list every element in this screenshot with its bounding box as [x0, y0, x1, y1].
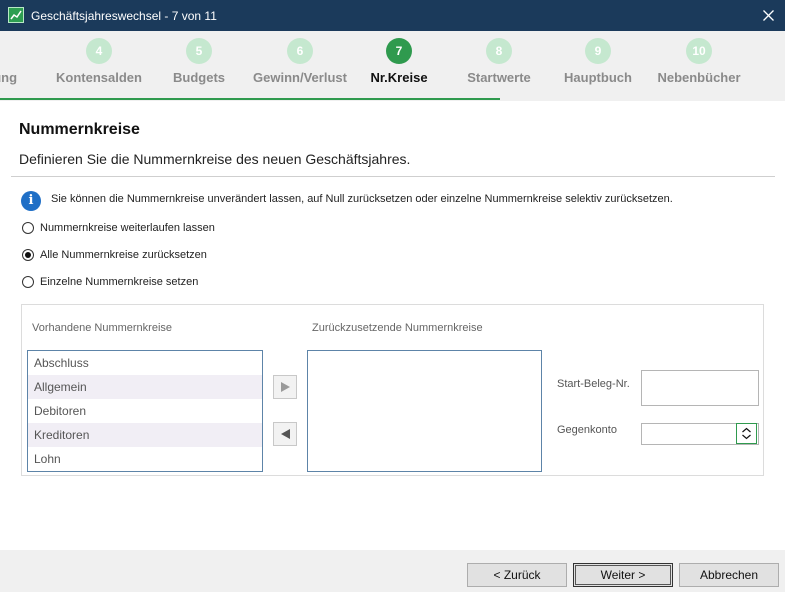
move-right-button[interactable] [273, 375, 297, 399]
arrow-right-icon [281, 382, 290, 392]
close-button[interactable] [753, 0, 785, 31]
info-text: Sie können die Nummernkreise unverändert… [51, 193, 673, 205]
step-number: 7 [386, 38, 412, 64]
radio-circle[interactable] [22, 276, 34, 288]
reset-list[interactable] [307, 350, 542, 472]
reset-list-label: Zurückzusetzende Nummernkreise [312, 322, 483, 334]
radio-label: Alle Nummernkreise zurücksetzen [40, 249, 207, 261]
step-number: 8 [486, 38, 512, 64]
arrow-left-icon [281, 429, 290, 439]
back-button[interactable]: < Zurück [467, 563, 567, 587]
step-number: 6 [287, 38, 313, 64]
radio-label: Einzelne Nummernkreise setzen [40, 276, 199, 288]
sequence-selection-panel: Vorhandene Nummernkreise Zurückzusetzend… [21, 304, 764, 476]
divider [11, 176, 775, 177]
title-bar: Geschäftsjahreswechsel - 7 von 11 [0, 0, 785, 31]
available-list[interactable]: Abschluss Allgemein Debitoren Kreditoren… [27, 350, 263, 472]
radio-circle[interactable] [22, 249, 34, 261]
radio-circle[interactable] [22, 222, 34, 234]
window-title: Geschäftsjahreswechsel - 7 von 11 [31, 9, 217, 23]
step-8[interactable]: 8 Startwerte [444, 31, 554, 101]
gegenkonto-label: Gegenkonto [557, 424, 617, 436]
step-5[interactable]: 5 Budgets [144, 31, 254, 101]
close-icon [763, 10, 774, 21]
list-item[interactable]: Allgemein [28, 375, 262, 399]
page-description: Definieren Sie die Nummernkreise des neu… [19, 151, 411, 167]
step-9[interactable]: 9 Hauptbuch [543, 31, 653, 101]
move-left-button[interactable] [273, 422, 297, 446]
step-7[interactable]: 7 Nr.Kreise [344, 31, 454, 101]
chart-icon [8, 7, 24, 23]
gegenkonto-stepper[interactable] [736, 423, 757, 444]
step-6[interactable]: 6 Gewinn/Verlust [245, 31, 355, 101]
start-beleg-input[interactable] [641, 370, 759, 406]
step-progress-bar [0, 98, 500, 100]
list-item[interactable]: Debitoren [28, 399, 262, 423]
step-number: 9 [585, 38, 611, 64]
list-item[interactable]: Abschluss [28, 351, 262, 375]
list-item[interactable]: Kreditoren [28, 423, 262, 447]
radio-label: Nummernkreise weiterlaufen lassen [40, 222, 215, 234]
chevron-up-down-icon [742, 427, 751, 440]
step-4[interactable]: 4 Kontensalden [44, 31, 154, 101]
step-number: 4 [86, 38, 112, 64]
step-number: 10 [686, 38, 712, 64]
step-label: Nebenbücher [657, 70, 741, 85]
info-icon: i [21, 191, 41, 211]
cancel-button[interactable]: Abbrechen [679, 563, 779, 587]
start-beleg-label: Start-Beleg-Nr. [557, 378, 630, 390]
available-list-label: Vorhandene Nummernkreise [32, 322, 173, 334]
footer-bar: < Zurück Weiter > Abbrechen [0, 550, 785, 592]
wizard-stepper: herung 4 Kontensalden 5 Budgets 6 Gewinn… [0, 31, 785, 101]
step-3[interactable]: herung [0, 31, 50, 101]
next-button[interactable]: Weiter > [573, 563, 673, 587]
list-item[interactable]: Lohn [28, 447, 262, 471]
page-title: Nummernkreise [19, 121, 140, 138]
step-number: 5 [186, 38, 212, 64]
step-10[interactable]: 10 Nebenbücher [644, 31, 754, 101]
